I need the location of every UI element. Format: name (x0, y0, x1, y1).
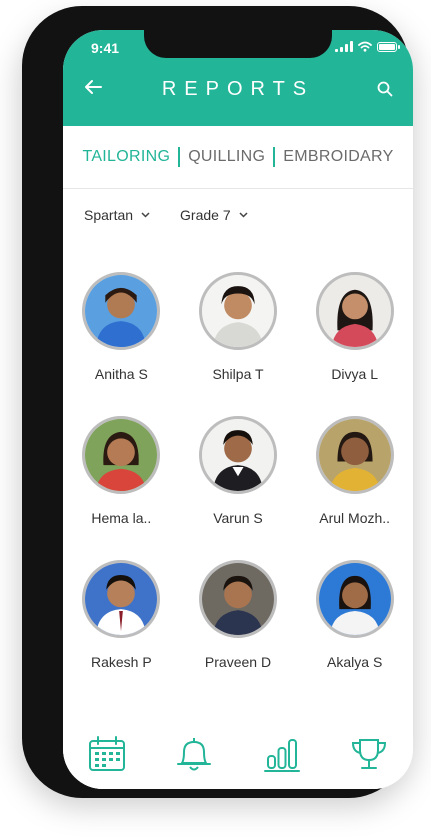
student-avatar (315, 272, 394, 350)
trophy-icon (352, 739, 387, 769)
student-card[interactable]: Rakesh P (63, 560, 180, 670)
status-time: 9:41 (91, 40, 120, 56)
student-avatar (315, 560, 394, 638)
bell-icon (177, 738, 212, 771)
tab-embroidary[interactable]: EMBROIDARY (275, 148, 401, 166)
app-screen: 9:41 REPORTS TAILORING QUILLING EMBROIDA… (63, 30, 413, 789)
student-avatar (82, 272, 161, 350)
student-name: Arul Mozh.. (319, 510, 391, 526)
activity-tabs: TAILORING QUILLING EMBROIDARY (63, 126, 413, 189)
student-card[interactable]: Varun S (180, 416, 297, 526)
student-name: Anitha S (94, 366, 148, 382)
house-dropdown-value: Spartan (84, 207, 134, 223)
student-name: Varun S (213, 510, 263, 526)
house-dropdown[interactable]: Spartan (84, 207, 150, 223)
phone-frame: 9:41 REPORTS TAILORING QUILLING EMBROIDA… (22, 6, 413, 798)
student-avatar (198, 416, 277, 494)
student-grid: Anitha S Shilpa T Divya L Hema la.. Varu… (63, 272, 413, 670)
student-avatar (315, 416, 394, 494)
student-name: Akalya S (327, 654, 383, 670)
device-notch (144, 30, 332, 58)
student-card[interactable]: Praveen D (180, 560, 297, 670)
student-avatar (82, 560, 161, 638)
nav-calendar[interactable] (86, 733, 128, 775)
page-title: REPORTS (161, 78, 315, 100)
student-card[interactable]: Akalya S (296, 560, 413, 670)
tab-tailoring[interactable]: TAILORING (74, 148, 178, 166)
tab-quilling[interactable]: QUILLING (180, 148, 273, 166)
student-card[interactable]: Shilpa T (180, 272, 297, 382)
nav-notifications[interactable] (173, 733, 215, 775)
student-name: Hema la.. (91, 510, 152, 526)
nav-reports[interactable] (261, 733, 303, 775)
student-avatar (198, 272, 277, 350)
student-card[interactable]: Anitha S (63, 272, 180, 382)
student-card[interactable]: Divya L (296, 272, 413, 382)
student-name: Divya L (331, 366, 378, 382)
bottom-nav (63, 719, 413, 789)
grade-dropdown-value: Grade 7 (180, 207, 231, 223)
student-avatar (198, 560, 277, 638)
search-icon[interactable] (377, 81, 393, 97)
student-name: Praveen D (204, 654, 272, 670)
filter-bar: Spartan Grade 7 (84, 207, 248, 223)
student-card[interactable]: Hema la.. (63, 416, 180, 526)
grade-dropdown[interactable]: Grade 7 (180, 207, 248, 223)
nav-achievements[interactable] (348, 733, 390, 775)
chevron-down-icon (239, 212, 248, 218)
battery-icon (377, 41, 400, 52)
student-name: Shilpa T (212, 366, 264, 382)
bar-chart-icon (263, 739, 300, 772)
signal-icon (335, 41, 353, 52)
student-avatar (82, 416, 161, 494)
status-icons (335, 41, 400, 52)
student-card[interactable]: Arul Mozh.. (296, 416, 413, 526)
chevron-down-icon (141, 212, 150, 218)
wifi-icon (358, 41, 372, 52)
calendar-icon (88, 736, 125, 771)
student-name: Rakesh P (90, 654, 152, 670)
